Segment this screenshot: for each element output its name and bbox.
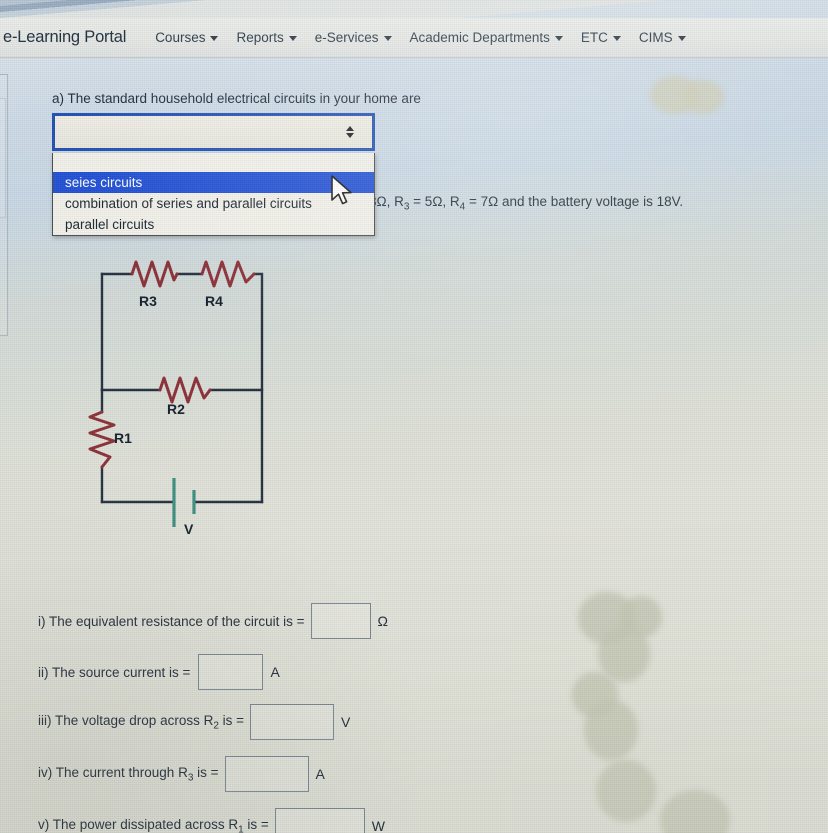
circuit-label-r3: R3 (139, 293, 157, 309)
shadow-blob-top-right-2 (682, 80, 724, 114)
answer-label-v: v) The power dissipated across R1 is = (38, 817, 269, 833)
option-parallel-circuits[interactable]: parallel circuits (53, 214, 374, 235)
shadow-blob-bottom-5 (584, 700, 638, 760)
answer-select-a[interactable] (52, 113, 375, 151)
answer-label-iv-post: is = (193, 764, 219, 780)
chevron-down-icon (612, 36, 621, 41)
nav-label-cims: CIMS (638, 30, 673, 45)
circuit-label-r4: R4 (205, 293, 223, 309)
nav-label-academic-departments: Academic Departments (409, 30, 550, 45)
answer-label-iv: iv) The current through R3 is = (38, 765, 219, 784)
brand-title[interactable]: e-Learning Portal (3, 28, 126, 47)
mouse-cursor-icon (331, 175, 352, 205)
option-seies-circuits[interactable]: seies circuits (53, 172, 374, 193)
answer-unit-v: W (371, 818, 386, 833)
chevron-down-icon (210, 36, 219, 41)
shadow-blob-bottom-7 (660, 790, 730, 833)
battery-symbol (172, 478, 196, 527)
answer-unit-ii: A (270, 664, 280, 680)
resistor-r1-symbol (88, 410, 116, 469)
answer-row-iv: iv) The current through R3 is = A (38, 756, 325, 792)
nav-item-etc[interactable]: ETC (572, 27, 630, 48)
circuit-diagram (88, 260, 264, 527)
answer-label-v-post: is = (243, 816, 269, 832)
answer-unit-i: Ω (377, 613, 388, 629)
answer-input-v[interactable] (274, 808, 365, 833)
chevron-down-icon (677, 36, 686, 41)
tail-r3-value: = 5Ω, (409, 194, 450, 209)
option-combination-series-parallel[interactable]: combination of series and parallel circu… (53, 193, 374, 214)
tail-r3-label: R (394, 194, 404, 209)
answer-input-i[interactable] (310, 603, 371, 639)
chevron-down-icon (554, 36, 563, 41)
nav-item-academic-departments[interactable]: Academic Departments (401, 27, 572, 48)
answer-label-iii-pre: iii) The voltage drop across R (38, 712, 214, 728)
screenshot-root: e-Learning Portal Courses Reports e-Serv… (0, 0, 828, 833)
answer-input-iv[interactable] (224, 756, 309, 792)
nav-label-courses: Courses (155, 30, 206, 45)
nav-label-e-services: e-Services (314, 30, 379, 45)
top-navbar: e-Learning Portal Courses Reports e-Serv… (0, 18, 828, 58)
answer-label-v-pre: v) The power dissipated across R (38, 816, 239, 832)
nav-item-cims[interactable]: CIMS (630, 27, 695, 48)
nav-item-courses[interactable]: Courses (146, 27, 227, 48)
question-a-tail-text: 8Ω, R3 = 5Ω, R4 = 7Ω and the battery vol… (369, 194, 683, 213)
circuit-label-r1: R1 (114, 430, 132, 446)
circuit-label-r2: R2 (167, 401, 185, 417)
resistor-r4-symbol (200, 260, 256, 288)
left-edge-panel-secondary (0, 98, 6, 218)
shadow-blob-bottom-6 (596, 760, 656, 822)
circuit-label-v: V (184, 521, 194, 537)
answer-input-ii[interactable] (198, 654, 264, 690)
option-blank[interactable] (53, 153, 374, 172)
answer-row-i: i) The equivalent resistance of the circ… (38, 603, 388, 639)
answer-row-v: v) The power dissipated across R1 is = W (38, 808, 385, 833)
resistor-r2-symbol (158, 376, 212, 404)
updown-spinner-icon[interactable] (346, 126, 354, 138)
chevron-down-icon (383, 36, 392, 41)
answer-label-ii: ii) The source current is = (38, 664, 191, 680)
answer-unit-iv: A (315, 766, 325, 782)
question-a-prompt: a) The standard household electrical cir… (52, 91, 421, 106)
nav-label-reports: Reports (236, 30, 284, 45)
answer-label-i: i) The equivalent resistance of the circ… (38, 613, 305, 629)
tail-r4-label: R (449, 194, 460, 209)
answer-input-iii[interactable] (250, 704, 335, 740)
answer-row-ii: ii) The source current is = A (38, 654, 280, 690)
answer-label-iv-pre: iv) The current through R (38, 764, 188, 780)
answer-label-iii-post: is = (218, 712, 245, 728)
answer-row-iii: iii) The voltage drop across R2 is = V (38, 704, 350, 740)
answer-label-iii: iii) The voltage drop across R2 is = (38, 713, 244, 732)
answer-select-a-options[interactable]: seies circuits combination of series and… (52, 153, 375, 236)
tail-r4-value: = 7Ω and the battery voltage is 18V. (465, 194, 684, 209)
nav-item-reports[interactable]: Reports (227, 27, 305, 48)
answer-unit-iii: V (341, 714, 351, 730)
nav-items: Courses Reports e-Services Academic Depa… (146, 27, 694, 48)
nav-label-etc: ETC (580, 30, 608, 45)
chevron-down-icon (288, 36, 297, 41)
nav-item-e-services[interactable]: e-Services (306, 27, 401, 48)
shadow-blob-bottom-3 (598, 626, 650, 682)
resistor-r3-symbol (130, 260, 179, 288)
